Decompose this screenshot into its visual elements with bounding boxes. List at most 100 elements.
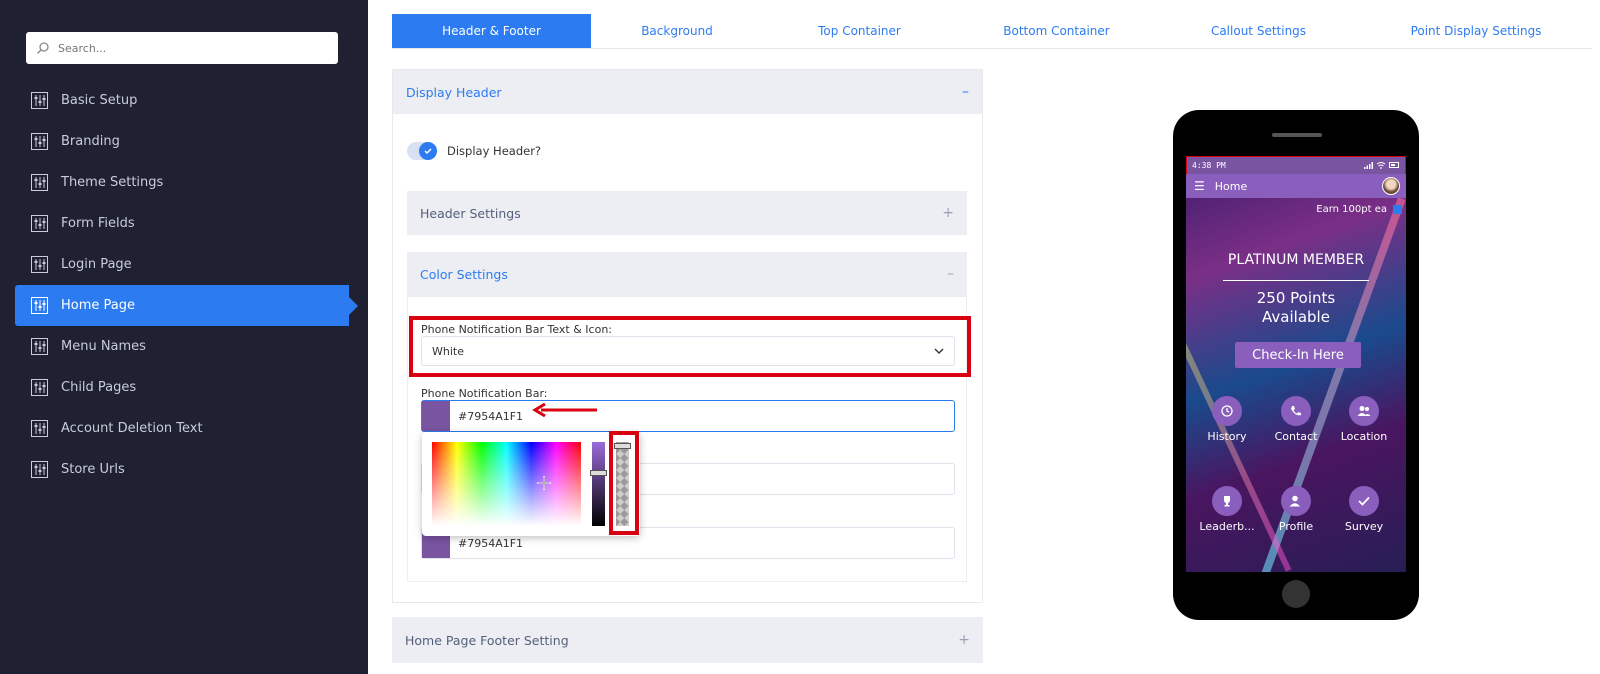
highlight-box [409,316,971,377]
lightness-slider[interactable] [592,442,605,526]
sidebar-nav: Basic Setup Branding Theme Settings Form… [15,80,358,490]
lightness-handle[interactable] [590,470,607,476]
color-settings-accordion[interactable]: Color Settings – [407,252,967,296]
leaderboard-label: Leaderb... [1199,520,1255,533]
history-label: History [1207,430,1247,443]
crosshair-icon[interactable] [537,476,551,490]
collapse-icon[interactable]: – [947,266,954,282]
survey-label: Survey [1344,520,1384,533]
saturation-hue-area[interactable] [432,442,581,526]
sidebar-item-label: Account Deletion Text [61,421,203,436]
history-button[interactable]: History [1192,396,1262,443]
sidebar-item-store-urls[interactable]: Store Urls [15,449,350,490]
checkin-button[interactable]: Check-In Here [1235,342,1361,368]
trophy-icon [1212,486,1242,516]
sidebar-item-theme-settings[interactable]: Theme Settings [15,162,350,203]
qr-icon[interactable] [1393,205,1402,214]
sidebar-item-login-page[interactable]: Login Page [15,244,350,285]
header-settings-accordion[interactable]: Header Settings + [407,191,967,235]
sidebar-item-branding[interactable]: Branding [15,121,350,162]
phone-app-bar: ☰ Home [1186,174,1406,198]
notif-bar-label: Phone Notification Bar: [421,387,548,400]
display-header-toggle[interactable] [407,142,437,160]
expand-icon[interactable]: + [942,205,954,221]
phone-screen: 4:38 PM ☰ Home Earn 100pt ea PLATINUM ME… [1186,156,1406,572]
leaderboard-button[interactable]: Leaderb... [1192,486,1262,533]
sidebar-item-label: Menu Names [61,339,146,354]
sidebar-item-label: Branding [61,134,120,149]
tab-header-footer[interactable]: Header & Footer [392,14,591,48]
sidebar-item-menu-names[interactable]: Menu Names [15,326,350,367]
sidebar-item-home-page[interactable]: Home Page [15,285,358,326]
location-label: Location [1340,430,1388,443]
sliders-icon [31,256,48,273]
divider [1223,280,1369,281]
search-input[interactable] [58,41,318,55]
sidebar-item-basic-setup[interactable]: Basic Setup [15,80,350,121]
panel-title: Display Header [406,84,502,100]
footer-settings-accordion[interactable]: Home Page Footer Setting + [392,617,983,663]
appbar-title: Home [1214,179,1248,193]
tab-bar: Header & Footer Background Top Container… [392,14,1592,49]
sidebar-item-form-fields[interactable]: Form Fields [15,203,350,244]
color-settings-title: Color Settings [420,266,508,282]
phone-speaker [1272,133,1322,137]
color-picker-popup[interactable] [422,432,640,536]
tab-point-display-settings[interactable]: Point Display Settings [1360,14,1592,48]
sidebar-item-child-pages[interactable]: Child Pages [15,367,350,408]
sidebar-item-label: Login Page [61,257,132,272]
color-swatch[interactable] [422,401,450,431]
profile-button[interactable]: Profile [1261,486,1331,533]
phone-home-button [1282,580,1310,608]
search-icon [37,42,49,54]
display-header-toggle-row: Display Header? [407,142,541,160]
tab-callout-settings[interactable]: Callout Settings [1157,14,1360,48]
toggle-label: Display Header? [447,144,542,158]
sidebar: Basic Setup Branding Theme Settings Form… [0,0,368,674]
avatar[interactable] [1382,177,1400,195]
profile-label: Profile [1278,520,1314,533]
sliders-icon [31,338,48,355]
check-icon [1349,486,1379,516]
phone-icon [1281,396,1311,426]
sidebar-item-label: Child Pages [61,380,137,395]
notif-bar-value: #7954A1F1 [458,409,524,423]
member-title: PLATINUM MEMBER [1227,252,1365,268]
sidebar-item-account-deletion-text[interactable]: Account Deletion Text [15,408,350,449]
tab-background[interactable]: Background [591,14,763,48]
contact-label: Contact [1274,430,1318,443]
search-box[interactable] [26,32,338,64]
sliders-icon [31,461,48,478]
earn-text: Earn 100pt ea [1316,204,1387,215]
profile-icon [1281,486,1311,516]
phone-preview: 4:38 PM ☰ Home Earn 100pt ea PLATINUM ME… [1173,110,1419,620]
sliders-icon [31,297,48,314]
header-settings-title: Header Settings [420,205,521,221]
earn-banner: Earn 100pt ea [1316,204,1402,215]
color-input-3-value: #7954A1F1 [458,536,524,550]
location-button[interactable]: Location [1329,396,1399,443]
display-header-accordion[interactable]: Display Header – [393,70,982,114]
footer-title: Home Page Footer Setting [405,632,569,648]
tab-bottom-container[interactable]: Bottom Container [956,14,1157,48]
sidebar-item-label: Basic Setup [61,93,138,108]
notif-bar-color-input[interactable]: #7954A1F1 [421,400,955,432]
history-icon [1212,396,1242,426]
highlight-box [609,431,639,535]
arrow-left-icon [532,403,597,417]
tab-top-container[interactable]: Top Container [763,14,956,48]
points-line1: 250 Points [1256,289,1336,307]
check-icon [419,142,437,160]
sliders-icon [31,215,48,232]
sliders-icon [31,133,48,150]
sliders-icon [31,420,48,437]
sidebar-item-label: Home Page [61,298,135,313]
contact-button[interactable]: Contact [1261,396,1331,443]
sidebar-item-label: Store Urls [61,462,125,477]
collapse-icon[interactable]: – [962,84,969,100]
users-icon [1349,396,1379,426]
menu-icon[interactable]: ☰ [1194,179,1205,193]
survey-button[interactable]: Survey [1329,486,1399,533]
expand-icon[interactable]: + [958,632,970,648]
sidebar-item-label: Form Fields [61,216,135,231]
